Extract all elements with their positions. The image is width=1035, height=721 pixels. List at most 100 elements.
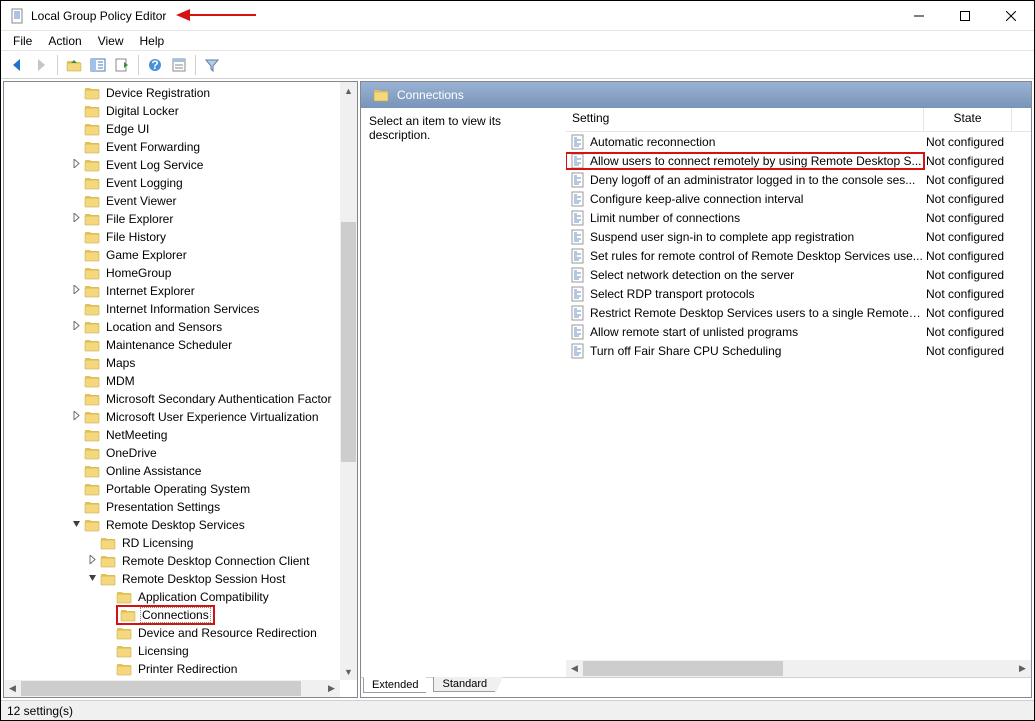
tree-node[interactable]: Event Logging (4, 174, 340, 192)
folder-icon (84, 157, 100, 173)
policy-item-icon (570, 134, 586, 150)
list-row[interactable]: Turn off Fair Share CPU SchedulingNot co… (566, 341, 1031, 360)
column-header-state[interactable]: State (924, 108, 1012, 131)
collapse-icon[interactable] (84, 573, 100, 585)
expand-icon[interactable] (68, 411, 84, 423)
menu-file[interactable]: File (5, 33, 40, 49)
column-header-setting[interactable]: Setting (566, 108, 924, 131)
list-row[interactable]: Select RDP transport protocolsNot config… (566, 284, 1031, 303)
tree-node[interactable]: Microsoft User Experience Virtualization (4, 408, 340, 426)
forward-button[interactable] (29, 53, 53, 77)
collapse-icon[interactable] (68, 519, 84, 531)
list-row[interactable]: Automatic reconnectionNot configured (566, 132, 1031, 151)
tree-node[interactable]: Presentation Settings (4, 498, 340, 516)
policy-item-icon (570, 172, 586, 188)
tree-vertical-scrollbar[interactable]: ▲ ▼ (340, 82, 357, 680)
tree-node[interactable]: Portable Operating System (4, 480, 340, 498)
close-button[interactable] (988, 1, 1034, 31)
policy-item-icon (570, 191, 586, 207)
maximize-button[interactable] (942, 1, 988, 31)
list-row[interactable]: Suspend user sign-in to complete app reg… (566, 227, 1031, 246)
tree-node[interactable]: File Explorer (4, 210, 340, 228)
tree-node-label: Event Viewer (104, 194, 178, 208)
filter-button[interactable] (200, 53, 224, 77)
list-row[interactable]: Deny logoff of an administrator logged i… (566, 170, 1031, 189)
list-row-state: Not configured (924, 287, 1012, 301)
tree-node[interactable]: Game Explorer (4, 246, 340, 264)
tree-node[interactable]: Remote Desktop Services (4, 516, 340, 534)
minimize-button[interactable] (896, 1, 942, 31)
tree-node[interactable]: Internet Explorer (4, 282, 340, 300)
tree-node[interactable]: Device Registration (4, 84, 340, 102)
tab-extended[interactable]: Extended (363, 677, 427, 693)
tree-node[interactable]: Licensing (4, 642, 340, 660)
expand-icon[interactable] (68, 159, 84, 171)
tree-node-label: Remote Desktop Session Host (120, 572, 287, 586)
list-row[interactable]: Set rules for remote control of Remote D… (566, 246, 1031, 265)
list-row[interactable]: Allow remote start of unlisted programsN… (566, 322, 1031, 341)
expand-icon[interactable] (68, 321, 84, 333)
menu-help[interactable]: Help (132, 33, 173, 49)
list-horizontal-scrollbar[interactable]: ◀ ▶ (566, 660, 1031, 677)
list-row-state: Not configured (924, 192, 1012, 206)
tree-node[interactable]: Remote Desktop Session Host (4, 570, 340, 588)
tree-node[interactable]: Maintenance Scheduler (4, 336, 340, 354)
tree-node-label: Connections (140, 607, 211, 623)
folder-icon (84, 409, 100, 425)
tree-node[interactable]: MDM (4, 372, 340, 390)
settings-list[interactable]: Automatic reconnectionNot configuredAllo… (566, 132, 1031, 677)
show-hide-tree-button[interactable] (86, 53, 110, 77)
tree-node[interactable]: Maps (4, 354, 340, 372)
tree-node[interactable]: File History (4, 228, 340, 246)
tree-horizontal-scrollbar[interactable]: ◀ ▶ (4, 680, 340, 697)
list-row-state: Not configured (924, 249, 1012, 263)
tree-node[interactable]: Event Forwarding (4, 138, 340, 156)
list-row-setting: Configure keep-alive connection interval (590, 192, 803, 206)
tree-node[interactable]: Device and Resource Redirection (4, 624, 340, 642)
tree-node[interactable]: Edge UI (4, 120, 340, 138)
tree-node[interactable]: Online Assistance (4, 462, 340, 480)
tree-node[interactable]: Printer Redirection (4, 660, 340, 678)
tab-standard[interactable]: Standard (433, 677, 496, 692)
export-list-button[interactable] (110, 53, 134, 77)
list-row[interactable]: Limit number of connectionsNot configure… (566, 208, 1031, 227)
tree-node-label: Maps (104, 356, 137, 370)
menu-action[interactable]: Action (40, 33, 89, 49)
tree-node[interactable]: NetMeeting (4, 426, 340, 444)
tree-node[interactable]: Event Log Service (4, 156, 340, 174)
navigation-tree-pane: Device RegistrationDigital LockerEdge UI… (3, 81, 358, 698)
list-row[interactable]: Configure keep-alive connection interval… (566, 189, 1031, 208)
back-button[interactable] (5, 53, 29, 77)
folder-icon (84, 427, 100, 443)
tree-node[interactable]: Internet Information Services (4, 300, 340, 318)
tree-node-label: Event Log Service (104, 158, 205, 172)
menu-view[interactable]: View (90, 33, 132, 49)
expand-icon[interactable] (68, 213, 84, 225)
tree-node[interactable]: Microsoft Secondary Authentication Facto… (4, 390, 340, 408)
tree-node[interactable]: Connections (4, 606, 340, 624)
tree-node[interactable]: Event Viewer (4, 192, 340, 210)
tree-node[interactable]: Remote Desktop Connection Client (4, 552, 340, 570)
up-button[interactable] (62, 53, 86, 77)
folder-icon (84, 103, 100, 119)
list-row[interactable]: Restrict Remote Desktop Services users t… (566, 303, 1031, 322)
svg-text:?: ? (151, 58, 158, 72)
list-row[interactable]: Select network detection on the serverNo… (566, 265, 1031, 284)
properties-button[interactable] (167, 53, 191, 77)
policy-item-icon (570, 229, 586, 245)
help-button[interactable]: ? (143, 53, 167, 77)
tree-node[interactable]: Digital Locker (4, 102, 340, 120)
tree-node[interactable]: Application Compatibility (4, 588, 340, 606)
expand-icon[interactable] (68, 285, 84, 297)
list-row[interactable]: Allow users to connect remotely by using… (566, 151, 1031, 170)
expand-icon[interactable] (84, 555, 100, 567)
folder-icon (116, 661, 132, 677)
navigation-tree[interactable]: Device RegistrationDigital LockerEdge UI… (4, 82, 340, 680)
folder-icon (84, 499, 100, 515)
tree-node[interactable]: OneDrive (4, 444, 340, 462)
folder-icon (84, 373, 100, 389)
tree-node[interactable]: HomeGroup (4, 264, 340, 282)
tree-node[interactable]: Location and Sensors (4, 318, 340, 336)
tree-node[interactable]: RD Licensing (4, 534, 340, 552)
tree-node-label: NetMeeting (104, 428, 169, 442)
